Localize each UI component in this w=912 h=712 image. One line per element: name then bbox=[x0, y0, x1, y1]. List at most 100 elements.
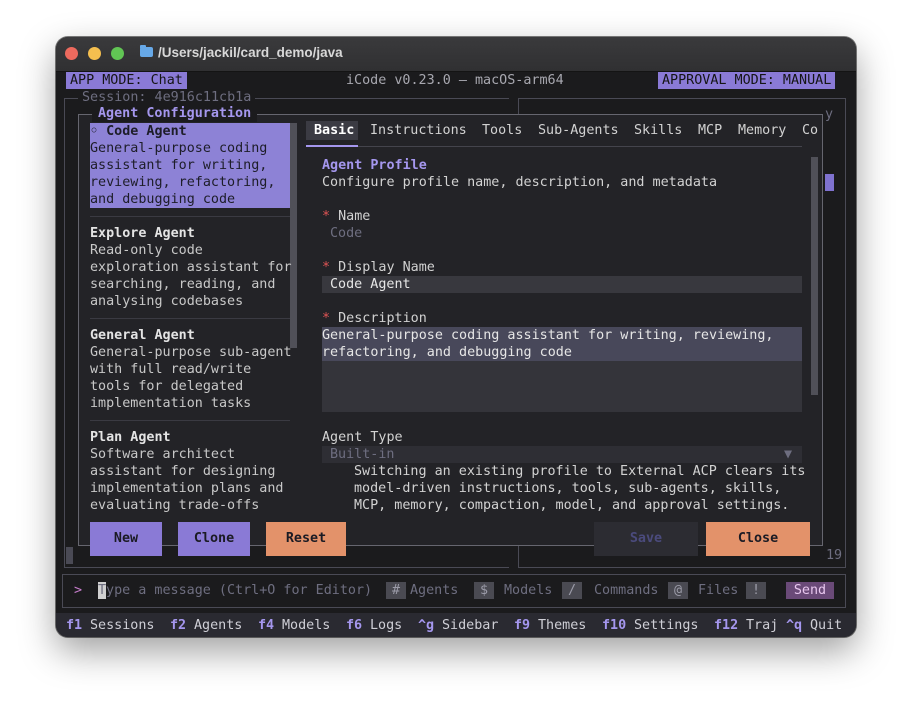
agent-name[interactable]: ◦ Code Agent bbox=[90, 123, 187, 140]
shortcut-key: f4 bbox=[258, 618, 275, 633]
shortcut-key: f12 bbox=[714, 618, 739, 633]
agent-description: exploration assistant for bbox=[90, 260, 292, 275]
minimize-window-button[interactable] bbox=[88, 47, 101, 60]
shortcut-key: ^q bbox=[786, 618, 803, 633]
name-field[interactable]: Code bbox=[330, 225, 362, 242]
shortcut-key: ^g bbox=[418, 618, 435, 633]
tab-memory[interactable]: Memory bbox=[738, 122, 786, 139]
app-mode-badge: APP MODE: Chat bbox=[66, 72, 187, 89]
shortcut-key: f6 bbox=[346, 618, 363, 633]
agent-description: tools for delegated bbox=[90, 379, 244, 394]
agent-description: evaluating trade-offs bbox=[90, 498, 260, 513]
tab-basic[interactable]: Basic bbox=[314, 122, 354, 139]
tab-mcp[interactable]: MCP bbox=[698, 122, 722, 139]
section-title: Agent Profile bbox=[322, 158, 427, 173]
agent-description: assistant for writing, bbox=[90, 158, 268, 173]
required-mark: * bbox=[322, 311, 331, 326]
shortcut-models[interactable]: Models bbox=[282, 617, 330, 634]
name-label-row: * Name bbox=[322, 208, 370, 225]
hint-key: @ bbox=[668, 582, 688, 599]
agent-description: assistant for designing bbox=[90, 464, 276, 479]
prompt-symbol: > bbox=[74, 583, 83, 598]
maximize-window-button[interactable] bbox=[111, 47, 124, 60]
chevron-down-icon[interactable]: ▼ bbox=[784, 446, 792, 463]
agent-divider bbox=[90, 420, 290, 421]
tab-tools[interactable]: Tools bbox=[482, 122, 522, 139]
shortcut-settings[interactable]: Settings bbox=[634, 617, 699, 634]
agent-type-note-2: model-driven instructions, tools, sub-ag… bbox=[354, 481, 782, 496]
message-counter: 19 bbox=[826, 548, 843, 563]
title-bar: /Users/jackil/card_demo/java bbox=[56, 37, 856, 72]
description-line-1: General-purpose coding assistant for wri… bbox=[322, 328, 774, 343]
shortcut-sidebar[interactable]: Sidebar bbox=[442, 617, 498, 634]
agent-description: Software architect bbox=[90, 447, 236, 462]
shortcut-logs[interactable]: Logs bbox=[370, 617, 402, 634]
close-window-button[interactable] bbox=[65, 47, 78, 60]
hint-key: ! bbox=[746, 582, 766, 599]
shortcut-key: f2 bbox=[170, 618, 187, 633]
agent-description: analysing codebases bbox=[90, 294, 244, 309]
hint-key: / bbox=[562, 582, 582, 599]
active-tab-underline bbox=[306, 145, 358, 147]
reset-button[interactable]: Reset bbox=[266, 522, 346, 556]
shortcut-key: f9 bbox=[514, 618, 531, 633]
sidebar-glyph: y bbox=[825, 107, 834, 122]
shortcut-themes[interactable]: Themes bbox=[538, 617, 586, 634]
agent-name[interactable]: Plan Agent bbox=[90, 429, 171, 446]
sidebar-scroll-thumb[interactable] bbox=[825, 174, 834, 191]
form-scrollbar[interactable] bbox=[811, 157, 818, 395]
display-name-field[interactable]: Code Agent bbox=[322, 276, 802, 293]
shortcut-traj[interactable]: Traj bbox=[746, 617, 778, 634]
window-title: /Users/jackil/card_demo/java bbox=[158, 45, 343, 60]
agent-divider bbox=[90, 318, 290, 319]
agent-type-note-3: MCP, memory, compaction, model, and appr… bbox=[354, 498, 790, 513]
terminal-window: /Users/jackil/card_demo/java APP MODE: C… bbox=[56, 37, 856, 637]
shortcut-quit[interactable]: Quit bbox=[810, 617, 842, 634]
app-version: iCode v0.23.0 — macOS-arm64 bbox=[346, 73, 564, 88]
agent-description: searching, reading, and bbox=[90, 277, 276, 292]
section-subtitle: Configure profile name, description, and… bbox=[322, 175, 718, 190]
tab-skills[interactable]: Skills bbox=[634, 122, 682, 139]
agent-description: General-purpose coding bbox=[90, 141, 268, 156]
message-input[interactable]: Type a message (Ctrl+O for Editor) bbox=[98, 582, 372, 599]
description-label-row: * Description bbox=[322, 310, 427, 327]
agent-name[interactable]: General Agent bbox=[90, 327, 195, 344]
folder-icon bbox=[140, 45, 153, 57]
display-name-label-row: * Display Name bbox=[322, 259, 435, 276]
shortcut-key: f1 bbox=[66, 618, 83, 633]
agent-description: with full read/write bbox=[90, 362, 252, 377]
agent-description: reviewing, refactoring, bbox=[90, 175, 276, 190]
agent-type-value: Built-in bbox=[330, 447, 395, 462]
modal-title: Agent Configuration bbox=[92, 105, 258, 122]
hint-label: Models bbox=[504, 583, 553, 598]
agent-description: implementation plans and bbox=[90, 481, 284, 496]
tab-co[interactable]: Co bbox=[802, 122, 818, 139]
approval-mode-badge: APPROVAL MODE: MANUAL bbox=[658, 72, 836, 89]
agent-list-scrollbar[interactable] bbox=[290, 123, 297, 348]
save-button[interactable]: Save bbox=[594, 522, 698, 556]
tab-subagents[interactable]: Sub-Agents bbox=[538, 122, 619, 139]
hint-label: Commands bbox=[594, 583, 659, 598]
tab-instructions[interactable]: Instructions bbox=[370, 122, 467, 139]
hint-label: Files bbox=[698, 583, 739, 598]
agent-description: and debugging code bbox=[90, 192, 236, 207]
agent-type-label: Agent Type bbox=[322, 430, 403, 445]
shortcut-key: f10 bbox=[602, 618, 627, 633]
new-button[interactable]: New bbox=[90, 522, 162, 556]
agent-description: Read-only code bbox=[90, 243, 203, 258]
send-button[interactable]: Send bbox=[786, 582, 834, 599]
shortcut-agents[interactable]: Agents bbox=[194, 617, 242, 634]
required-mark: * bbox=[322, 260, 331, 275]
agent-name[interactable]: Explore Agent bbox=[90, 225, 195, 242]
clone-button[interactable]: Clone bbox=[178, 522, 250, 556]
description-line-2: refactoring, and debugging code bbox=[322, 345, 572, 360]
agent-description: General-purpose sub-agent bbox=[90, 345, 292, 360]
agent-type-note-1: Switching an existing profile to Externa… bbox=[354, 464, 806, 479]
shortcut-sessions[interactable]: Sessions bbox=[90, 617, 155, 634]
required-mark: * bbox=[322, 209, 331, 224]
chat-scroll-thumb[interactable] bbox=[66, 547, 73, 564]
agent-divider bbox=[90, 216, 290, 217]
hint-key: # bbox=[386, 582, 406, 599]
close-button[interactable]: Close bbox=[706, 522, 810, 556]
hint-key: $ bbox=[474, 582, 494, 599]
